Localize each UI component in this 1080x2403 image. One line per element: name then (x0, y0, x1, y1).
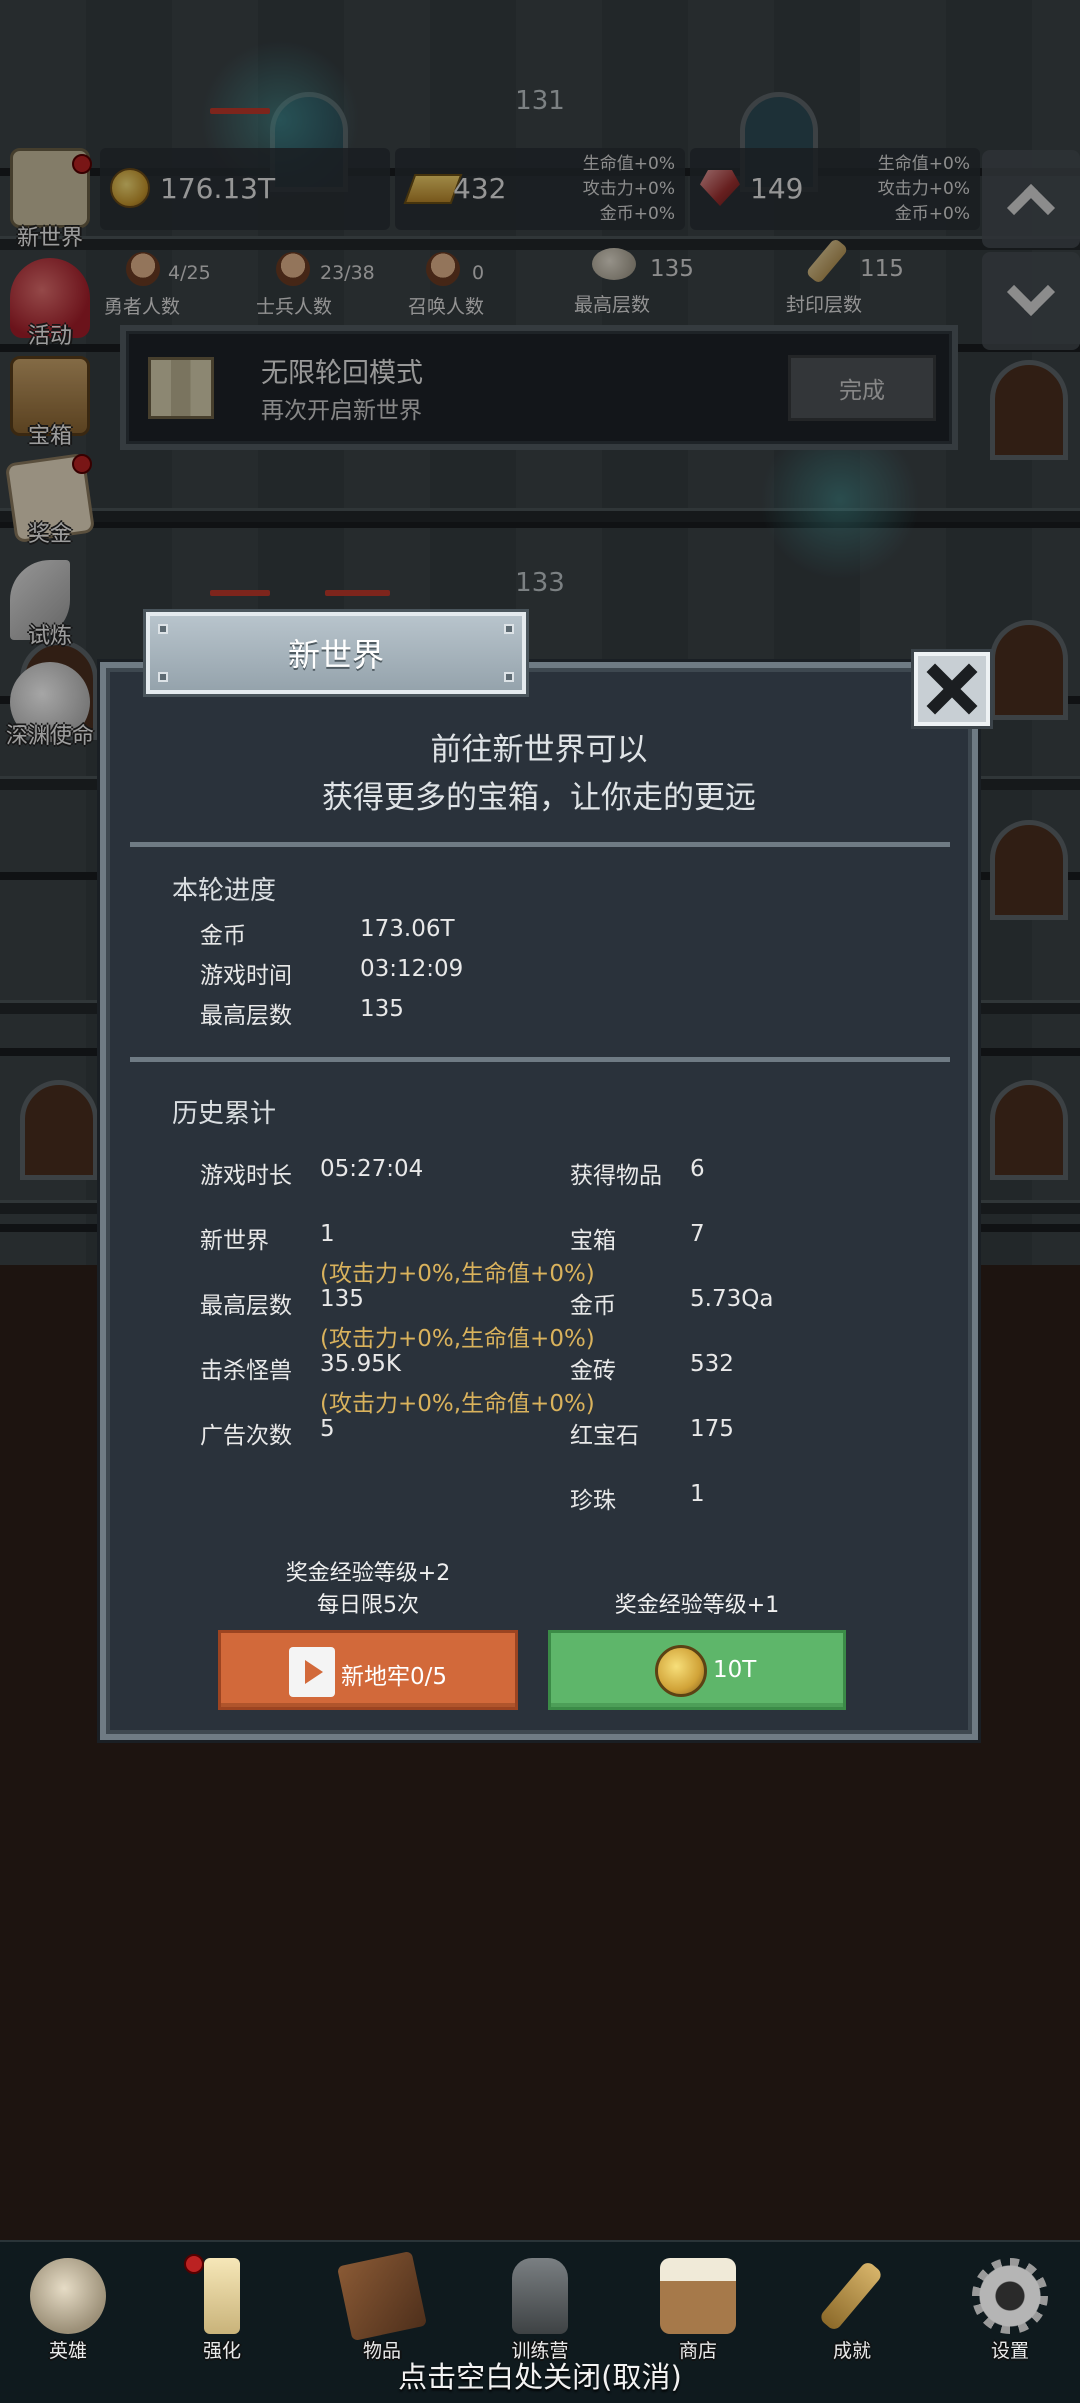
divider (130, 1057, 950, 1062)
history-ads-label: 广告次数 (200, 1423, 292, 1449)
history-kills-value: 35.95K (320, 1351, 401, 1377)
history-playtime-value: 05:27:04 (320, 1156, 424, 1182)
gear-icon (972, 2258, 1048, 2334)
close-icon (928, 665, 976, 713)
dialog-close-button[interactable] (914, 652, 990, 726)
dialog-intro-line1: 前往新世界可以 (430, 732, 648, 768)
history-gold-bar-value: 532 (690, 1351, 734, 1377)
history-chest-label: 宝箱 (570, 1228, 616, 1254)
notification-dot (184, 2254, 204, 2274)
current-coin-label: 金币 (200, 923, 246, 949)
history-max-floor-bonus: (攻击力+0%,生命值+0%) (320, 1326, 595, 1352)
history-new-world-value: 1 (320, 1221, 335, 1247)
history-max-floor-value: 135 (320, 1286, 364, 1312)
divider (130, 842, 950, 847)
close-hint: 点击空白处关闭(取消) (398, 2360, 682, 2394)
coin-new-world-button[interactable]: 10T (548, 1630, 846, 1710)
dialog-intro-line2: 获得更多的宝箱，让你走的更远 (322, 780, 756, 816)
dialog-title-tab: 新世界 (146, 612, 526, 694)
current-floor-label: 最高层数 (200, 1003, 292, 1029)
history-ruby-value: 175 (690, 1416, 734, 1442)
new-dungeon-ad-button[interactable]: 新地牢0/5 (218, 1630, 518, 1710)
history-items-value: 6 (690, 1156, 705, 1182)
history-items-label: 获得物品 (570, 1163, 662, 1189)
current-progress-heading: 本轮进度 (172, 876, 277, 906)
mug-icon (660, 2258, 736, 2334)
current-time-label: 游戏时间 (200, 963, 292, 989)
current-time-value: 03:12:09 (360, 956, 464, 982)
history-coin-value: 5.73Qa (690, 1286, 774, 1312)
history-kills-label: 击杀怪兽 (200, 1358, 292, 1384)
history-kills-bonus: (攻击力+0%,生命值+0%) (320, 1391, 595, 1417)
video-play-icon (289, 1647, 335, 1697)
history-new-world-label: 新世界 (200, 1228, 269, 1254)
skull-icon (30, 2258, 106, 2334)
coin-icon (655, 1645, 707, 1697)
history-new-world-bonus: (攻击力+0%,生命值+0%) (320, 1261, 595, 1287)
history-chest-value: 7 (690, 1221, 705, 1247)
new-dungeon-label: 新地牢0/5 (341, 1664, 448, 1690)
key-icon (818, 2259, 884, 2333)
history-coin-label: 金币 (570, 1293, 616, 1319)
history-max-floor-label: 最高层数 (200, 1293, 292, 1319)
ad-button-caption: 奖金经验等级+2 每日限5次 (285, 1561, 451, 1618)
history-ruby-label: 红宝石 (570, 1423, 639, 1449)
history-ads-value: 5 (320, 1416, 335, 1442)
history-pearl-label: 珍珠 (570, 1488, 616, 1514)
current-coin-value: 173.06T (360, 916, 455, 942)
candle-icon (204, 2258, 240, 2334)
lantern-icon (512, 2258, 568, 2334)
history-pearl-value: 1 (690, 1481, 705, 1507)
dialog-title: 新世界 (287, 636, 384, 674)
book-icon (336, 2250, 428, 2342)
history-gold-bar-label: 金砖 (570, 1358, 616, 1384)
coin-button-caption: 奖金经验等级+1 (614, 1593, 780, 1618)
coin-cost-label: 10T (713, 1657, 757, 1683)
history-heading: 历史累计 (172, 1099, 277, 1129)
current-floor-value: 135 (360, 996, 404, 1022)
history-playtime-label: 游戏时长 (200, 1163, 292, 1189)
